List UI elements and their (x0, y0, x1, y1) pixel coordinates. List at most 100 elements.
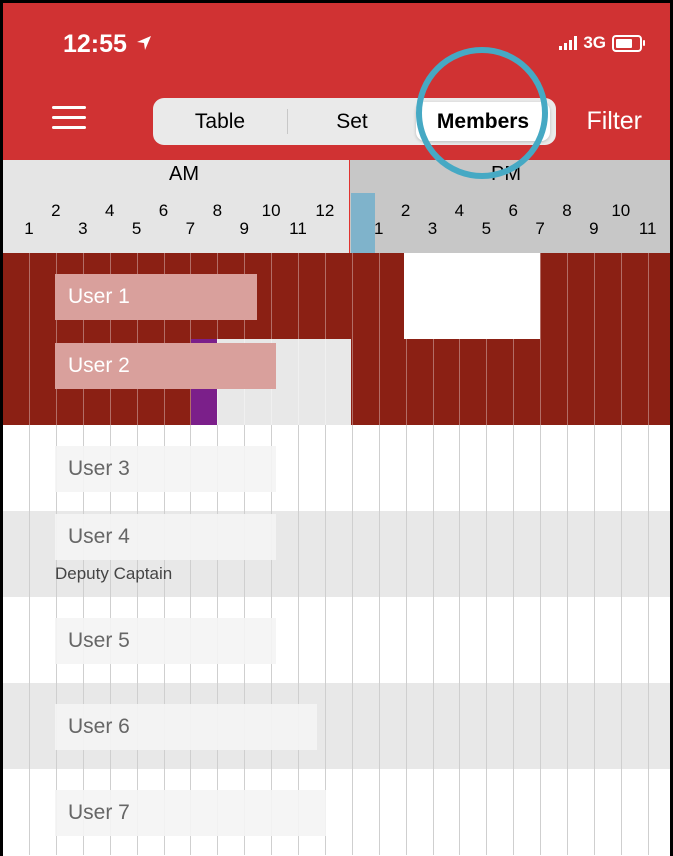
hour-gridline (540, 253, 541, 339)
hour-gridline (540, 769, 541, 855)
hour-gridline (594, 253, 595, 339)
hour-gridline (298, 597, 299, 683)
hour-gridline (406, 769, 407, 855)
time-axis: AM PM 1 2 3 4 5 6 7 8 9 10 11 12 1 2 3 4 5 6 7 8 9 10 11 (3, 160, 670, 253)
hour-gridline (459, 769, 460, 855)
member-role: Deputy Captain (55, 564, 173, 583)
hour-gridline (379, 683, 380, 769)
view-segmented-control: Table Set Members (153, 98, 556, 145)
hour-gridline (406, 683, 407, 769)
hour-gridline (406, 253, 407, 339)
hour-gridline (459, 683, 460, 769)
member-name: User 7 (55, 790, 326, 836)
hour-gridline (352, 597, 353, 683)
hour-gridline (513, 597, 514, 683)
hour-gridline (648, 597, 649, 683)
hour-gridline (433, 511, 434, 597)
hour-gridline (352, 339, 353, 425)
hour-gridline (486, 253, 487, 339)
hour-gridline (567, 769, 568, 855)
hour-tick-am: 4 (104, 201, 115, 220)
hour-gridline (648, 683, 649, 769)
hour-gridline (486, 597, 487, 683)
hour-tick-pm: 4 (454, 201, 465, 220)
hour-gridline (29, 683, 30, 769)
hour-gridline (513, 683, 514, 769)
hour-gridline (406, 597, 407, 683)
hour-gridline (513, 769, 514, 855)
hour-gridline (325, 339, 326, 425)
hour-tick-am: 6 (158, 201, 169, 220)
hour-gridline (594, 339, 595, 425)
hamburger-menu-icon[interactable] (52, 106, 86, 130)
member-row[interactable]: User 4 Deputy Captain (3, 511, 670, 597)
hour-gridline (29, 425, 30, 511)
hour-gridline (433, 339, 434, 425)
hour-gridline (486, 769, 487, 855)
hour-gridline (352, 683, 353, 769)
hour-tick-am: 1 (24, 219, 34, 238)
am-label: AM (169, 163, 199, 185)
hour-tick-am: 9 (239, 219, 249, 238)
filter-button[interactable]: Filter (586, 107, 642, 136)
tab-set[interactable]: Set (288, 98, 416, 145)
hour-gridline (567, 425, 568, 511)
hour-gridline (513, 253, 514, 339)
tab-table[interactable]: Table (153, 98, 287, 145)
member-name: User 4 (55, 514, 276, 560)
hour-gridline (621, 683, 622, 769)
hour-tick-am: 8 (212, 201, 223, 220)
member-row[interactable]: User 3 (3, 425, 670, 511)
hour-tick-pm: 10 (611, 201, 631, 220)
top-bar: 12:55 3G Table Set Members Filter (3, 3, 670, 160)
hour-gridline (594, 511, 595, 597)
hour-gridline (540, 511, 541, 597)
hour-gridline (594, 597, 595, 683)
status-time-label: 12:55 (63, 30, 127, 58)
hour-gridline (513, 339, 514, 425)
hour-gridline (486, 339, 487, 425)
free-block (404, 253, 540, 339)
member-name: User 2 (55, 343, 276, 389)
hour-tick-am: 5 (131, 219, 142, 238)
hour-gridline (567, 253, 568, 339)
member-name: User 5 (55, 618, 276, 664)
hour-gridline (594, 769, 595, 855)
hour-tick-am: 12 (315, 201, 335, 220)
hour-gridline (433, 425, 434, 511)
member-row[interactable]: User 7 (3, 769, 670, 855)
hour-gridline (352, 511, 353, 597)
schedule-grid: User 1 User 2 User 3 User 4 Deputy Captain Us… (3, 253, 670, 856)
hour-gridline (621, 597, 622, 683)
hour-tick-pm: 1 (373, 219, 384, 238)
hour-gridline (621, 253, 622, 339)
hour-gridline (29, 339, 30, 425)
hour-gridline (406, 511, 407, 597)
hour-gridline (513, 425, 514, 511)
hour-gridline (352, 769, 353, 855)
battery-icon (612, 34, 645, 52)
hour-gridline (379, 769, 380, 855)
hour-gridline (325, 425, 326, 511)
hour-gridline (648, 769, 649, 855)
tab-members[interactable]: Members (416, 102, 550, 141)
status-time: 12:55 (63, 30, 152, 59)
hour-gridline (298, 253, 299, 339)
hour-tick-am: 10 (261, 201, 281, 220)
hour-tick-pm: 3 (427, 219, 438, 238)
hour-gridline (459, 425, 460, 511)
hour-gridline (621, 425, 622, 511)
hour-gridline (325, 597, 326, 683)
member-row[interactable]: User 2 (3, 339, 670, 425)
member-row[interactable]: User 1 (3, 253, 670, 339)
hour-gridline (648, 339, 649, 425)
hour-gridline (648, 511, 649, 597)
hour-gridline (540, 425, 541, 511)
hour-gridline (567, 597, 568, 683)
hour-tick-pm: 7 (535, 219, 545, 238)
hour-gridline (433, 769, 434, 855)
hour-tick-pm: 2 (400, 201, 411, 220)
member-row[interactable]: User 6 (3, 683, 670, 769)
member-row[interactable]: User 5 (3, 597, 670, 683)
hour-gridline (621, 511, 622, 597)
